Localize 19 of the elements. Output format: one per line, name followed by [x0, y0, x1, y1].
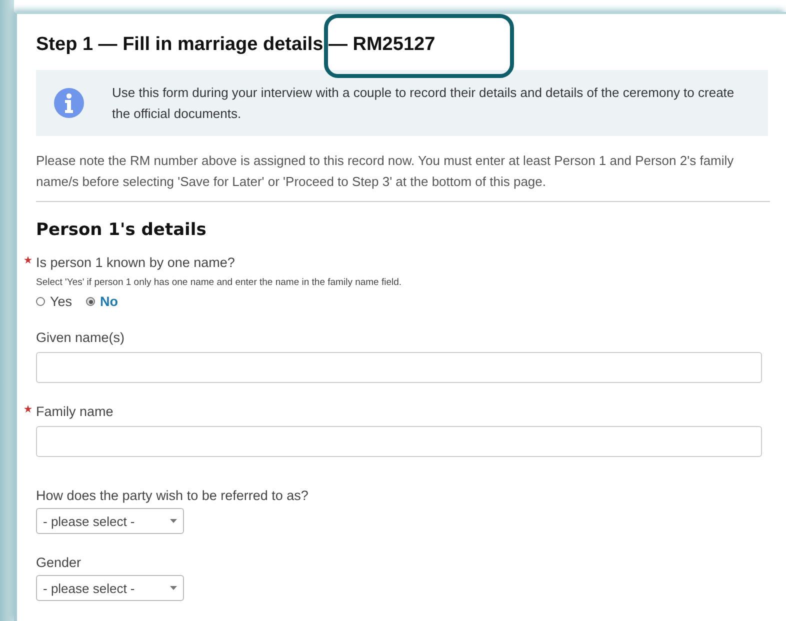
radio-option[interactable]: Yes: [36, 294, 72, 309]
field-label: Gender: [36, 555, 82, 570]
field-label: Given name(s): [36, 330, 125, 345]
dropdown[interactable]: - please select -: [36, 508, 184, 534]
radio-option[interactable]: No: [86, 294, 118, 309]
field-label: Family name: [36, 404, 114, 419]
text-field[interactable]: [36, 426, 762, 457]
caret-icon: [170, 519, 177, 523]
info-text: Use this form during your interview with a couple to record their details and details of the ceremony to create the official documents.: [112, 84, 736, 123]
page-title: Step 1 — Fill in marriage details — RM25127: [36, 34, 436, 56]
note-text: Please note the RM number above is assigned to this record now. You must enter at least Person 1 and Person 2's family name/s before selecting 'Save for Later' or 'Proceed to Step 3' at the bottom of this page.: [36, 152, 735, 191]
field-label: How does the party wish to be referred to as?: [36, 488, 308, 503]
info-icon: [54, 88, 84, 118]
section-heading: Person 1's details: [36, 220, 206, 240]
field-label: Is person 1 known by one name?: [36, 255, 235, 270]
field-hint: Select 'Yes' if person 1 only has one name and enter the name in the family name field.: [36, 277, 402, 288]
text-field[interactable]: [36, 352, 762, 383]
caret-icon: [170, 586, 177, 590]
dropdown[interactable]: - please select -: [36, 575, 184, 601]
